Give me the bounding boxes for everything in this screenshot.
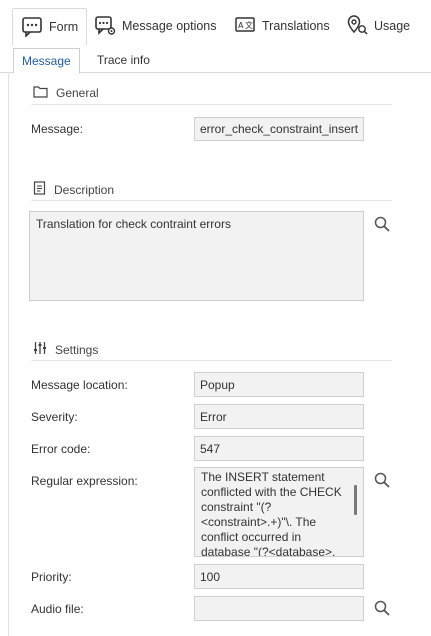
error-code-field[interactable]: 547 — [194, 436, 364, 461]
search-icon — [374, 600, 390, 619]
severity-label: Severity: — [31, 410, 78, 424]
priority-field[interactable]: 100 — [194, 564, 364, 589]
description-heading: Description — [54, 182, 115, 197]
left-divider — [8, 72, 9, 636]
message-label: Message: — [31, 122, 84, 136]
audio-file-field[interactable] — [194, 596, 364, 621]
tab-translations-label: Translations — [262, 19, 330, 33]
regular-expression-textarea[interactable]: The INSERT statement conflicted with the… — [194, 467, 364, 557]
main-tab-bar: Form Message options A文 Translations Usa… — [0, 0, 431, 45]
form-icon — [21, 15, 43, 40]
sub-tab-bar: Message Trace info — [0, 44, 431, 74]
chat-settings-icon — [94, 14, 116, 39]
audio-file-label: Audio file: — [31, 602, 84, 616]
general-heading: General — [56, 86, 99, 100]
description-section-header: Description — [33, 181, 114, 198]
message-location-field[interactable]: Popup — [194, 372, 364, 397]
usage-pin-icon — [346, 14, 368, 39]
search-icon — [374, 216, 390, 235]
tab-message-options[interactable]: Message options — [94, 8, 217, 44]
description-divider — [31, 200, 392, 201]
settings-divider — [31, 360, 392, 361]
tab-form-label: Form — [49, 20, 79, 34]
error-code-label: Error code: — [31, 442, 91, 456]
tab-trace-info[interactable]: Trace info — [97, 48, 150, 72]
tab-usage-label: Usage — [374, 19, 411, 33]
priority-label: Priority: — [31, 570, 72, 584]
svg-text:文: 文 — [245, 20, 253, 30]
tab-form[interactable]: Form — [12, 8, 88, 45]
severity-field[interactable]: Error — [194, 404, 364, 429]
search-icon — [374, 472, 390, 491]
settings-section-header: Settings — [33, 341, 98, 358]
tab-translations[interactable]: A文 Translations — [234, 8, 330, 44]
message-location-label: Message location: — [31, 378, 128, 392]
description-textarea[interactable]: Translation for check contraint errors — [29, 211, 364, 301]
translate-icon: A文 — [234, 14, 256, 39]
regex-scrollbar[interactable] — [354, 485, 357, 515]
general-section-header: General — [33, 85, 99, 101]
svg-text:A: A — [238, 21, 244, 30]
general-divider — [31, 104, 392, 105]
tab-usage[interactable]: Usage — [346, 8, 410, 44]
description-search-button[interactable] — [373, 216, 391, 234]
document-icon — [33, 181, 46, 198]
settings-heading: Settings — [55, 342, 99, 357]
tab-message-options-label: Message options — [122, 19, 217, 33]
audio-search-button[interactable] — [373, 600, 391, 618]
folder-icon — [33, 85, 48, 101]
sliders-icon — [33, 341, 47, 358]
regex-search-button[interactable] — [373, 472, 391, 490]
regular-expression-label: Regular expression: — [31, 474, 138, 488]
message-field[interactable]: error_check_constraint_insert — [194, 117, 364, 141]
tab-message[interactable]: Message — [13, 48, 80, 74]
